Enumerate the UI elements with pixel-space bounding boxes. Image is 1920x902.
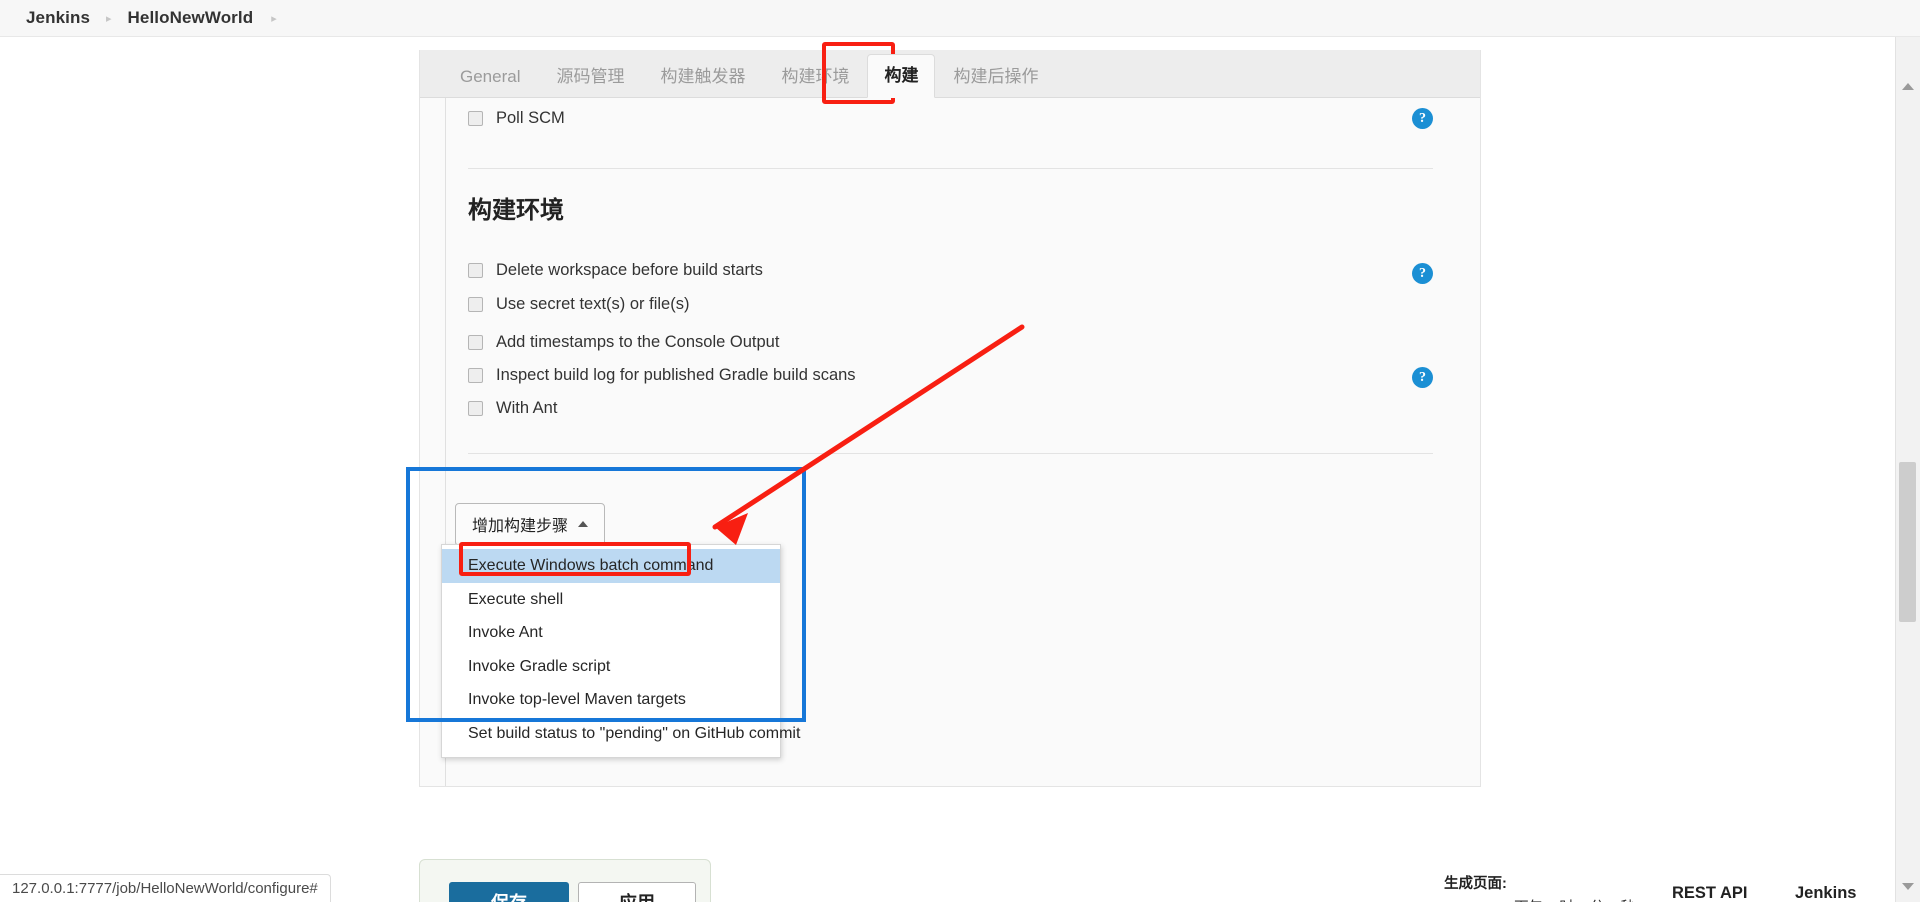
menu-item-execute-windows-batch-command[interactable]: Execute Windows batch command xyxy=(442,549,780,583)
checkbox-label-use-secret: Use secret text(s) or file(s) xyxy=(496,295,690,313)
status-bar-url: 127.0.0.1:7777/job/HelloNewWorld/configu… xyxy=(12,880,318,897)
section-heading-build-environment: 构建环境 xyxy=(468,197,564,224)
jenkins-configure-page: Jenkins ▸ HelloNewWorld ▸ General 源码管理 构… xyxy=(0,0,1920,902)
menu-item-invoke-gradle-script[interactable]: Invoke Gradle script xyxy=(442,650,780,684)
tab-general[interactable]: General xyxy=(442,68,538,97)
tab-build-environment[interactable]: 构建环境 xyxy=(763,68,867,97)
chevron-right-icon-2[interactable]: ▸ xyxy=(271,12,277,25)
save-button[interactable]: 保存 xyxy=(449,882,569,902)
jenkins-version-label: Jenkins 2.240 xyxy=(1795,884,1857,902)
generated-page-label: 生成页面: xyxy=(1444,876,1507,892)
checkbox-delete-workspace[interactable] xyxy=(468,263,483,278)
menu-item-invoke-maven-targets[interactable]: Invoke top-level Maven targets xyxy=(442,683,780,717)
page-scrollbar[interactable] xyxy=(1895,37,1920,902)
checkbox-use-secret[interactable] xyxy=(468,297,483,312)
tab-source-management[interactable]: 源码管理 xyxy=(538,68,642,97)
divider-2 xyxy=(468,453,1433,454)
breadcrumb-item-jenkins[interactable]: Jenkins xyxy=(26,8,90,28)
help-icon-use-secret[interactable]: ? xyxy=(1412,263,1433,284)
checkbox-row-add-timestamps[interactable]: Add timestamps to the Console Output xyxy=(468,333,779,352)
checkbox-label-delete-workspace: Delete workspace before build starts xyxy=(496,261,763,279)
scrollbar-thumb[interactable] xyxy=(1899,462,1916,622)
checkbox-poll-scm[interactable] xyxy=(468,111,483,126)
add-build-step-button[interactable]: 增加构建步骤 xyxy=(455,503,606,546)
menu-item-set-build-status-github[interactable]: Set build status to "pending" on GitHub … xyxy=(442,717,800,751)
checkbox-row-delete-workspace[interactable]: Delete workspace before build starts xyxy=(468,261,763,280)
config-tabs: General 源码管理 构建触发器 构建环境 构建 构建后操作 xyxy=(420,50,1480,98)
checkbox-add-timestamps[interactable] xyxy=(468,335,483,350)
checkbox-row-inspect-gradle[interactable]: Inspect build log for published Gradle b… xyxy=(468,366,856,385)
browser-status-bar: 127.0.0.1:7777/job/HelloNewWorld/configu… xyxy=(0,874,331,902)
checkbox-label-add-timestamps: Add timestamps to the Console Output xyxy=(496,333,780,351)
chevron-right-icon: ▸ xyxy=(106,12,112,25)
scroll-down-arrow-icon[interactable] xyxy=(1902,883,1914,890)
tab-post-build-actions[interactable]: 构建后操作 xyxy=(935,68,1056,97)
caret-up-icon xyxy=(578,521,589,527)
checkbox-label-poll-scm: Poll SCM xyxy=(496,109,565,127)
menu-item-invoke-ant[interactable]: Invoke Ant xyxy=(442,616,780,650)
generated-page-time: 2020-7-13 下午08时49分58秒 xyxy=(1444,896,1635,902)
tab-build-triggers[interactable]: 构建触发器 xyxy=(642,68,763,97)
divider-1 xyxy=(468,168,1433,169)
apply-button[interactable]: 应用 xyxy=(578,882,696,902)
checkbox-label-inspect-gradle: Inspect build log for published Gradle b… xyxy=(496,366,856,384)
breadcrumb-item-job[interactable]: HelloNewWorld xyxy=(128,8,254,28)
build-step-dropdown-menu: Execute Windows batch command Execute sh… xyxy=(441,544,800,758)
checkbox-row-use-secret[interactable]: Use secret text(s) or file(s) xyxy=(468,295,689,314)
generated-page-info: 生成页面: 2020-7-13 下午08时49分58秒 xyxy=(1444,872,1635,902)
checkbox-label-with-ant: With Ant xyxy=(496,399,558,417)
add-build-step-label: 增加构建步骤 xyxy=(472,518,569,535)
help-icon-with-ant[interactable]: ? xyxy=(1412,367,1433,388)
breadcrumb: Jenkins ▸ HelloNewWorld ▸ xyxy=(0,0,1920,37)
rest-api-link[interactable]: REST API xyxy=(1672,884,1747,902)
menu-item-execute-shell[interactable]: Execute shell xyxy=(442,583,780,617)
page-canvas: General 源码管理 构建触发器 构建环境 构建 构建后操作 Poll SC… xyxy=(0,37,1895,902)
tab-build[interactable]: 构建 xyxy=(867,54,936,98)
checkbox-row-with-ant[interactable]: With Ant xyxy=(468,399,557,418)
checkbox-row-poll-scm[interactable]: Poll SCM xyxy=(468,109,565,128)
help-icon-poll-scm[interactable]: ? xyxy=(1412,108,1433,129)
checkbox-inspect-gradle[interactable] xyxy=(468,368,483,383)
scroll-up-arrow-icon[interactable] xyxy=(1902,83,1914,90)
checkbox-with-ant[interactable] xyxy=(468,401,483,416)
